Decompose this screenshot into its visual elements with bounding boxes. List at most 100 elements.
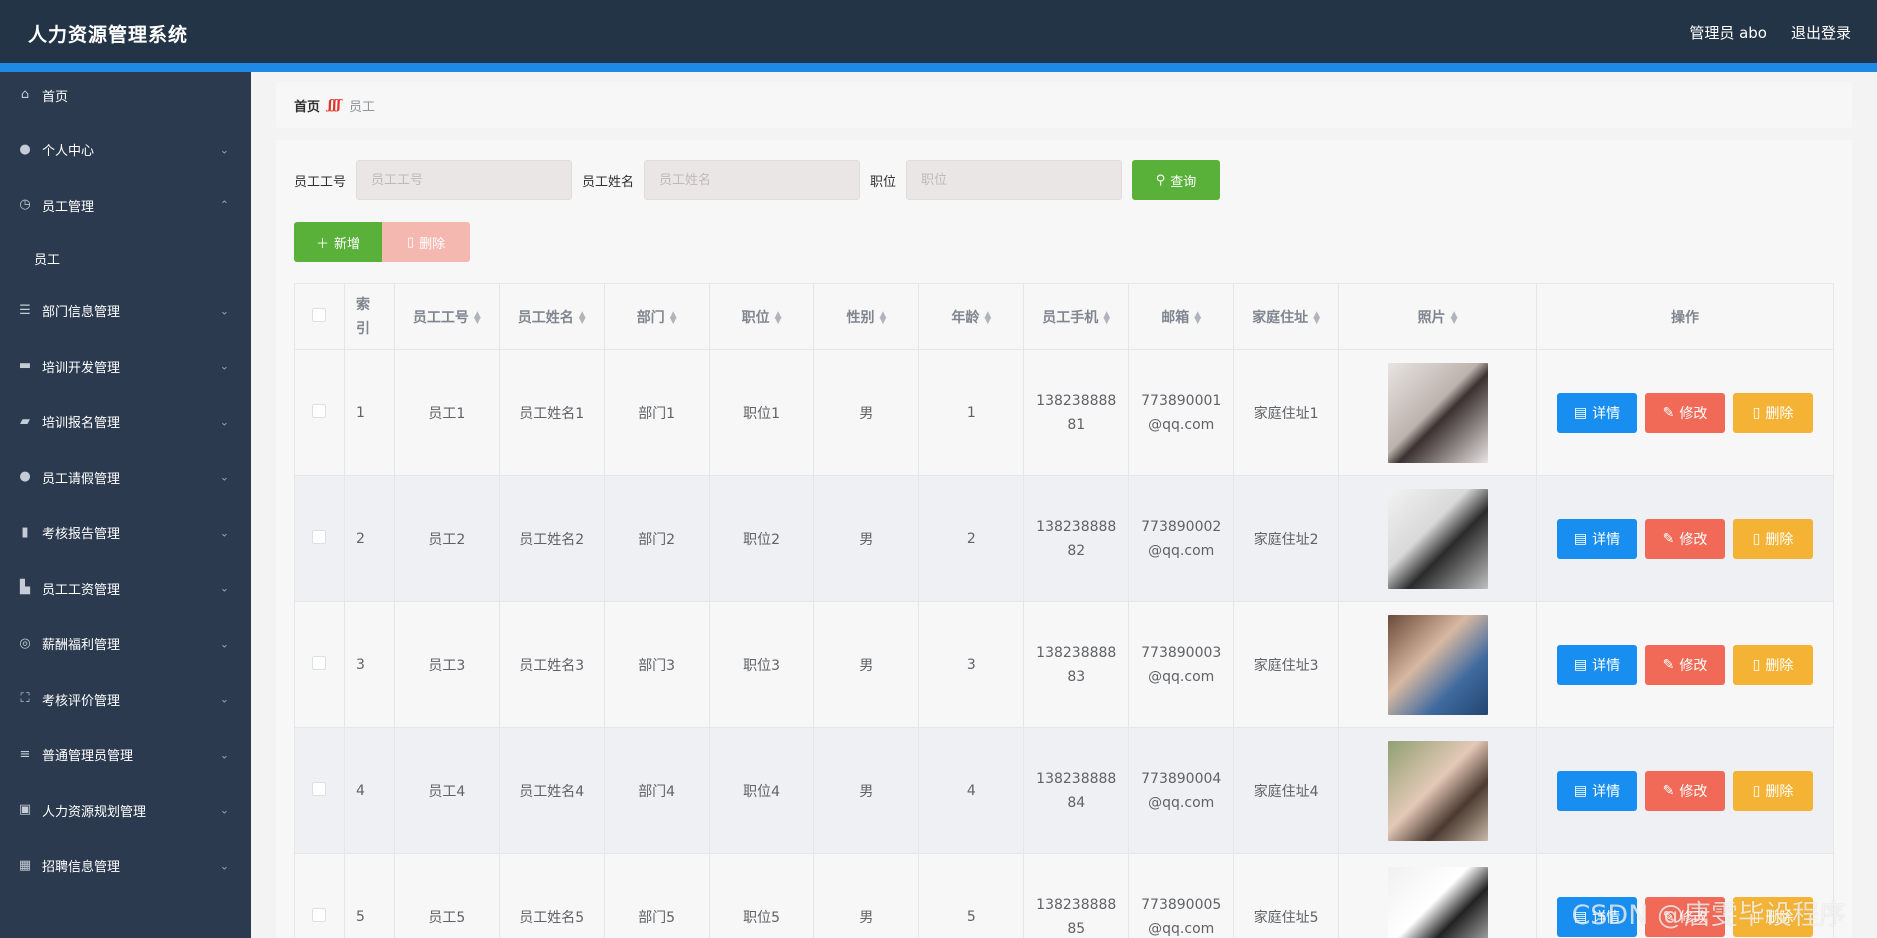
select-all-cell <box>294 283 345 350</box>
target-icon: ◎ <box>19 635 31 651</box>
sidebar-item-employee-management[interactable]: ◷ 员工管理 ⌃ <box>0 178 251 234</box>
sidebar-item-label: 员工管理 <box>42 199 95 215</box>
bar-chart-icon: ▮ <box>21 524 29 540</box>
cell-phone: 138238888 83 <box>1023 601 1130 728</box>
sort-icon[interactable]: ▲ ▼ <box>879 310 886 325</box>
col-header-address[interactable]: 家庭住址 ▲ ▼ <box>1233 283 1340 350</box>
delete-button[interactable]: ▯ 删除 <box>1732 644 1813 685</box>
sidebar-subitem-employee[interactable]: 员工 <box>0 233 251 283</box>
cell-address: 家庭住址5 <box>1233 853 1340 938</box>
employee-name-input[interactable] <box>644 160 861 200</box>
employee-photo[interactable] <box>1387 740 1488 841</box>
cell-dept: 部门2 <box>603 475 710 602</box>
employee-photo[interactable] <box>1387 614 1488 715</box>
sidebar-item-admin[interactable]: ≡ 普通管理员管理 ⌄ <box>0 727 251 783</box>
pencil-icon: ✎ <box>1662 530 1675 547</box>
sort-icon[interactable]: ▲ ▼ <box>1103 310 1110 325</box>
row-checkbox[interactable] <box>312 781 327 796</box>
sidebar-item-assessment-report[interactable]: ▮ 考核报告管理 ⌄ <box>0 505 251 561</box>
sidebar-item-label: 普通管理员管理 <box>42 749 134 765</box>
breadcrumb-home[interactable]: 首页 <box>294 96 320 115</box>
sort-icon[interactable]: ▲ ▼ <box>1194 310 1201 325</box>
cell-photo <box>1338 349 1537 476</box>
sort-icon[interactable]: ▲ ▼ <box>984 310 991 325</box>
logout-link[interactable]: 退出登录 <box>1791 22 1851 43</box>
query-button[interactable]: ⚲ 查询 <box>1132 160 1221 200</box>
col-header-employee-no[interactable]: 员工工号 ▲ ▼ <box>393 283 500 350</box>
delete-button[interactable]: ▯ 删除 <box>1732 770 1813 811</box>
sort-icon[interactable]: ▲ ▼ <box>579 310 586 325</box>
chevron-down-icon: ⌄ <box>219 859 229 873</box>
col-header-gender[interactable]: 性别 ▲ ▼ <box>813 283 920 350</box>
sidebar-item-recruitment[interactable]: ▦ 招聘信息管理 ⌄ <box>0 838 251 894</box>
edit-button[interactable]: ✎ 修改 <box>1644 518 1725 559</box>
cell-employee-name: 员工姓名4 <box>498 727 605 854</box>
toolbar: ＋ 新增 ▯ 删除 <box>294 222 470 262</box>
breadcrumb-separator-icon: ʃʃʃ <box>328 97 341 113</box>
col-header-position[interactable]: 职位 ▲ ▼ <box>708 283 815 350</box>
cell-gender: 男 <box>813 349 920 476</box>
ticket-icon: ▰ <box>20 413 30 429</box>
cell-index: 3 <box>343 601 395 728</box>
row-checkbox[interactable] <box>312 655 327 670</box>
cell-actions: ▤ 详情 ✎ 修改 ▯ 删除 <box>1535 601 1835 728</box>
position-input[interactable] <box>906 160 1123 200</box>
employee-photo[interactable] <box>1387 362 1488 463</box>
detail-button[interactable]: ▤ 详情 <box>1556 392 1637 433</box>
col-header-phone[interactable]: 员工手机 ▲ ▼ <box>1023 283 1130 350</box>
row-checkbox[interactable] <box>312 529 327 544</box>
row-checkbox[interactable] <box>312 907 327 922</box>
header-accent-bar <box>0 63 1877 72</box>
cell-age: 5 <box>918 853 1025 938</box>
cell-age: 2 <box>918 475 1025 602</box>
detail-button[interactable]: ▤ 详情 <box>1556 770 1637 811</box>
sort-icon[interactable]: ▲ ▼ <box>670 310 677 325</box>
cell-gender: 男 <box>813 727 920 854</box>
sidebar-item-salary[interactable]: ▙ 员工工资管理 ⌄ <box>0 561 251 617</box>
detail-button[interactable]: ▤ 详情 <box>1556 518 1637 559</box>
col-header-employee-name[interactable]: 员工姓名 ▲ ▼ <box>498 283 605 350</box>
trash-icon: ▯ <box>1752 782 1761 799</box>
sidebar-item-label: 考核报告管理 <box>42 527 121 543</box>
admin-user-label[interactable]: 管理员 abo <box>1689 22 1767 43</box>
pencil-icon: ✎ <box>1662 404 1675 421</box>
delete-button[interactable]: ▯ 删除 <box>1732 392 1813 433</box>
edit-button[interactable]: ✎ 修改 <box>1644 770 1725 811</box>
sidebar-item-hr-planning[interactable]: ▣ 人力资源规划管理 ⌄ <box>0 783 251 839</box>
col-header-dept[interactable]: 部门 ▲ ▼ <box>603 283 710 350</box>
edit-button[interactable]: ✎ 修改 <box>1644 392 1725 433</box>
trash-icon: ▯ <box>1752 530 1761 547</box>
col-header-email[interactable]: 邮箱 ▲ ▼ <box>1128 283 1235 350</box>
delete-button[interactable]: ▯ 删除 <box>1732 518 1813 559</box>
batch-delete-button[interactable]: ▯ 删除 <box>382 222 470 262</box>
sidebar-item-label: 薪酬福利管理 <box>42 638 121 654</box>
add-button[interactable]: ＋ 新增 <box>294 222 382 262</box>
select-all-checkbox[interactable] <box>312 307 327 322</box>
col-header-photo[interactable]: 照片 ▲ ▼ <box>1338 283 1537 350</box>
sidebar-item-training-signup[interactable]: ▰ 培训报名管理 ⌄ <box>0 394 251 450</box>
employee-photo[interactable] <box>1387 866 1488 938</box>
col-header-age[interactable]: 年龄 ▲ ▼ <box>918 283 1025 350</box>
sort-icon[interactable]: ▲ ▼ <box>1451 310 1458 325</box>
chevron-down-icon: ⌄ <box>219 359 229 373</box>
sidebar-item-leave[interactable]: ● 员工请假管理 ⌄ <box>0 450 251 506</box>
cell-employee-no: 员工5 <box>393 853 500 938</box>
employee-no-input[interactable] <box>356 160 573 200</box>
sidebar-item-home[interactable]: ⌂ 首页 <box>0 68 251 122</box>
edit-button[interactable]: ✎ 修改 <box>1644 644 1725 685</box>
sort-icon[interactable]: ▲ ▼ <box>775 310 782 325</box>
row-checkbox[interactable] <box>312 403 327 418</box>
detail-button[interactable]: ▤ 详情 <box>1556 644 1637 685</box>
sidebar-item-personal-center[interactable]: ● 个人中心 ⌄ <box>0 122 251 178</box>
sidebar-item-dept-info[interactable]: ☰ 部门信息管理 ⌄ <box>0 283 251 339</box>
cell-dept: 部门1 <box>603 349 710 476</box>
sort-icon[interactable]: ▲ ▼ <box>1313 310 1320 325</box>
document-icon: ▤ <box>1573 656 1588 673</box>
sidebar-item-welfare[interactable]: ◎ 薪酬福利管理 ⌄ <box>0 616 251 672</box>
query-button-label: 查询 <box>1170 174 1197 190</box>
sidebar-item-evaluation[interactable]: ⛶ 考核评价管理 ⌄ <box>0 672 251 728</box>
employee-photo[interactable] <box>1387 488 1488 589</box>
cell-photo <box>1338 475 1537 602</box>
sort-icon[interactable]: ▲ ▼ <box>474 310 481 325</box>
sidebar-item-training-dev[interactable]: ▬ 培训开发管理 ⌄ <box>0 339 251 395</box>
